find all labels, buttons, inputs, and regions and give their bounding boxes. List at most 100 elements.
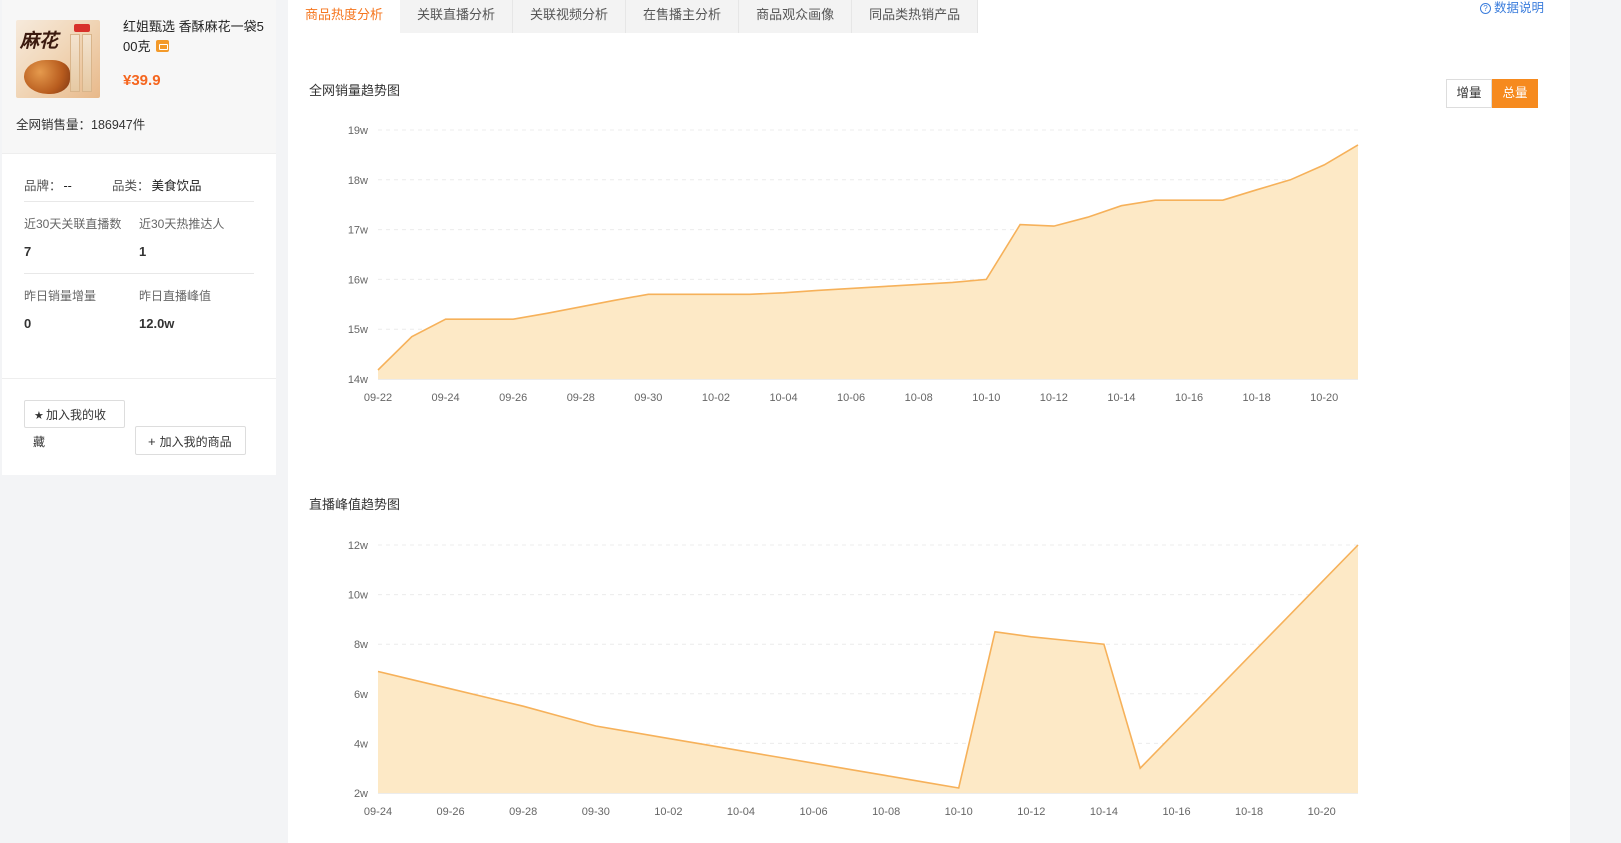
y-tick-label: 18w — [348, 175, 368, 187]
total-sales: 全网销售量：186947件 — [16, 118, 146, 132]
data-point[interactable] — [813, 286, 821, 294]
data-point[interactable] — [991, 628, 999, 636]
tab-live-analysis[interactable]: 关联直播分析 — [400, 0, 514, 33]
data-point[interactable] — [1084, 213, 1092, 221]
brand-label: 品牌： — [24, 179, 62, 193]
brand-category-row: 品牌： -- 品类： 美食饮品 — [24, 172, 254, 202]
tab-audience-portrait[interactable]: 商品观众画像 — [739, 0, 853, 33]
data-point[interactable] — [555, 712, 563, 720]
y-tick-label: 2w — [354, 788, 368, 800]
data-point[interactable] — [410, 676, 418, 684]
data-point[interactable] — [611, 296, 619, 304]
data-point[interactable] — [1318, 578, 1326, 586]
data-point[interactable] — [447, 685, 455, 693]
x-tick-label: 10-20 — [1310, 392, 1338, 404]
data-point[interactable] — [644, 290, 652, 298]
tab-heat-analysis[interactable]: 商品热度分析 — [288, 0, 401, 33]
data-point[interactable] — [1016, 221, 1024, 229]
data-point[interactable] — [847, 284, 855, 292]
data-point[interactable] — [1253, 186, 1261, 194]
live-peak-title: 直播峰值趋势图 — [309, 497, 401, 512]
data-point[interactable] — [374, 667, 382, 675]
x-tick-label: 10-06 — [799, 806, 827, 818]
data-point[interactable] — [664, 734, 672, 742]
data-point[interactable] — [408, 333, 416, 341]
data-point[interactable] — [577, 303, 585, 311]
data-point[interactable] — [810, 759, 818, 767]
data-point[interactable] — [773, 753, 781, 761]
data-point[interactable] — [1354, 541, 1362, 549]
x-tick-label: 10-04 — [727, 806, 755, 818]
data-point[interactable] — [1027, 633, 1035, 641]
data-point[interactable] — [1173, 727, 1181, 735]
x-tick-label: 10-04 — [769, 392, 797, 404]
data-point[interactable] — [1286, 176, 1294, 184]
data-point[interactable] — [483, 694, 491, 702]
data-point[interactable] — [1064, 636, 1072, 644]
product-thumbnail[interactable]: 麻花 — [16, 20, 100, 98]
data-point[interactable] — [442, 315, 450, 323]
data-point[interactable] — [1100, 640, 1108, 648]
data-point[interactable] — [701, 741, 709, 749]
data-point[interactable] — [519, 702, 527, 710]
increment-toggle[interactable]: 增量 — [1446, 79, 1492, 108]
data-point[interactable] — [1219, 196, 1227, 204]
product-price: ¥39.9 — [123, 72, 161, 89]
data-point[interactable] — [1151, 196, 1159, 204]
y-tick-label: 19w — [348, 125, 368, 137]
tab-category-hot[interactable]: 同品类热销产品 — [852, 0, 979, 33]
data-point[interactable] — [1050, 222, 1058, 230]
data-point[interactable] — [475, 315, 483, 323]
add-favorite-label: 加入我的收 — [46, 408, 107, 422]
data-point[interactable] — [780, 289, 788, 297]
data-point[interactable] — [955, 784, 963, 792]
brand-field: 品牌： -- — [24, 175, 112, 201]
data-point[interactable] — [982, 275, 990, 283]
data-point[interactable] — [1245, 653, 1253, 661]
data-point[interactable] — [1281, 615, 1289, 623]
data-point[interactable] — [918, 778, 926, 786]
data-point[interactable] — [678, 290, 686, 298]
y-tick-label: 12w — [348, 540, 368, 552]
data-point[interactable] — [1320, 161, 1328, 169]
x-tick-label: 10-08 — [872, 806, 900, 818]
y-tick-label: 8w — [354, 639, 368, 651]
data-point[interactable] — [509, 315, 517, 323]
data-point[interactable] — [1209, 690, 1217, 698]
data-point[interactable] — [746, 290, 754, 298]
data-point[interactable] — [543, 309, 551, 317]
package-image — [82, 34, 92, 92]
tab-streamer-analysis[interactable]: 在售播主分析 — [626, 0, 740, 33]
data-point[interactable] — [915, 280, 923, 288]
x-tick-label: 09-28 — [567, 392, 595, 404]
stat-label: 昨日直播峰值 — [139, 289, 212, 303]
data-point[interactable] — [1185, 196, 1193, 204]
x-tick-label: 09-26 — [499, 392, 527, 404]
tab-video-analysis[interactable]: 关联视频分析 — [513, 0, 627, 33]
data-help-link[interactable]: ? 数据说明 — [1479, 0, 1544, 16]
sales-trend-title: 全网销量趋势图 — [309, 83, 401, 98]
data-point[interactable] — [1354, 141, 1362, 149]
stats-row: 近30天关联直播数 7 近30天热推达人 1 — [24, 202, 254, 274]
y-tick-label: 10w — [348, 590, 368, 602]
data-point[interactable] — [737, 747, 745, 755]
data-point[interactable] — [592, 722, 600, 730]
data-point[interactable] — [628, 728, 636, 736]
data-point[interactable] — [1117, 202, 1125, 210]
data-point[interactable] — [1136, 764, 1144, 772]
x-tick-label: 10-18 — [1235, 806, 1263, 818]
x-tick-label: 10-14 — [1090, 806, 1118, 818]
data-point[interactable] — [882, 772, 890, 780]
add-my-product-button[interactable]: + 加入我的商品 — [135, 426, 246, 455]
total-toggle[interactable]: 总量 — [1492, 79, 1538, 108]
data-point[interactable] — [948, 278, 956, 286]
x-tick-label: 10-12 — [1017, 806, 1045, 818]
add-favorite-button[interactable]: ★ 加入我的收 — [24, 400, 125, 428]
data-point[interactable] — [846, 765, 854, 773]
y-tick-label: 16w — [348, 274, 368, 286]
data-point[interactable] — [881, 282, 889, 290]
data-point[interactable] — [374, 366, 382, 374]
product-name[interactable]: 红姐甄选 香酥麻花一袋500克 — [123, 17, 268, 57]
x-tick-label: 09-22 — [364, 392, 392, 404]
data-point[interactable] — [712, 290, 720, 298]
